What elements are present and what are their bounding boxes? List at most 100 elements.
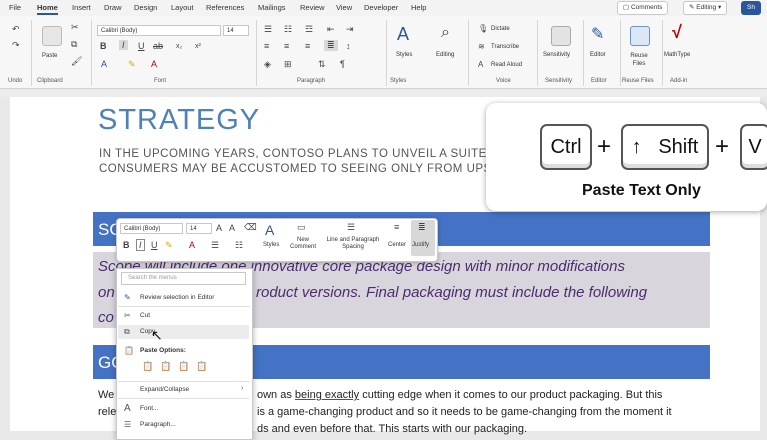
mini-underline-icon[interactable]: U [151, 240, 158, 250]
undo-icon[interactable]: ↶ [12, 24, 20, 35]
justify-label[interactable]: Justify [412, 242, 429, 248]
center-label[interactable]: Center [388, 242, 406, 248]
tab-design[interactable]: Design [134, 3, 157, 12]
multilevel-list-icon[interactable]: ☲ [305, 24, 313, 35]
paste-picture-icon[interactable]: 📋 [178, 361, 189, 372]
menu-item-expand-collapse[interactable]: Expand/Collapse [140, 386, 189, 393]
reuse-files-icon[interactable] [630, 26, 650, 46]
dictate-icon[interactable]: 🎙 [478, 24, 488, 33]
bullets-icon[interactable]: ☰ [264, 24, 272, 35]
sensitivity-icon[interactable] [551, 26, 571, 46]
mini-italic-icon[interactable]: I [136, 239, 145, 251]
italic-icon[interactable]: I [119, 40, 128, 50]
shrink-font-icon[interactable]: A [229, 223, 235, 233]
comments-button[interactable]: ▢ Comments [617, 1, 669, 15]
mini-numbering-icon[interactable]: ☷ [235, 240, 243, 251]
tab-insert[interactable]: Insert [72, 3, 91, 12]
sort-icon[interactable]: ⇅ [318, 59, 326, 70]
mini-font-color-icon[interactable]: A [189, 240, 195, 250]
submenu-arrow-icon: › [241, 385, 244, 392]
menu-item-review[interactable]: Review selection in Editor [140, 294, 214, 301]
tab-help[interactable]: Help [411, 3, 426, 12]
paste-icon[interactable] [42, 26, 62, 46]
paste-label[interactable]: Paste [42, 53, 57, 59]
subscript-icon[interactable]: x₂ [176, 43, 182, 50]
mini-styles-label[interactable]: Styles [263, 242, 279, 248]
format-painter-icon[interactable]: 🖌 [71, 56, 82, 67]
dictate-label[interactable]: Dictate [491, 26, 510, 32]
tab-layout[interactable]: Layout [171, 3, 194, 12]
styles-icon[interactable]: A [397, 24, 409, 45]
superscript-icon[interactable]: x² [195, 43, 201, 50]
font-color-icon[interactable]: A [151, 59, 157, 69]
mathtype-icon[interactable]: √ [672, 22, 682, 43]
reuse-files-label[interactable]: Reuse Files [626, 52, 652, 68]
menu-item-paragraph[interactable]: Paragraph... [140, 421, 176, 428]
highlight-icon[interactable]: ✎ [128, 59, 136, 70]
cut-icon[interactable]: ✂ [71, 22, 79, 33]
mini-justify-icon[interactable]: ≣ [418, 222, 426, 233]
read-aloud-label[interactable]: Read Aloud [491, 62, 522, 68]
tab-home[interactable]: Home [37, 3, 58, 15]
copy-icon[interactable]: ⧉ [71, 39, 77, 50]
decrease-indent-icon[interactable]: ⇤ [327, 24, 335, 35]
mini-highlight-icon[interactable]: ✎ [165, 240, 173, 251]
new-comment-icon[interactable]: ▭ [297, 222, 306, 233]
sensitivity-label[interactable]: Sensitivity [543, 52, 570, 58]
line-spacing-label[interactable]: Line and Paragraph Spacing [322, 237, 384, 251]
font-name-select[interactable]: Calibri (Body) [97, 25, 221, 36]
tab-mailings[interactable]: Mailings [258, 3, 286, 12]
menu-search-input[interactable]: Search the menus [121, 272, 246, 285]
bold-icon[interactable]: B [100, 41, 107, 51]
paste-keep-source-icon[interactable]: 📋 [142, 361, 153, 372]
menu-item-cut[interactable]: Cut [140, 312, 150, 319]
clear-format-icon[interactable]: ⌫ [244, 222, 257, 233]
transcribe-icon[interactable]: ≋ [478, 42, 485, 51]
mini-font-size-select[interactable]: 14 [186, 223, 212, 234]
align-left-icon[interactable]: ≡ [264, 41, 269, 51]
tab-references[interactable]: References [206, 3, 244, 12]
show-marks-icon[interactable]: ¶ [340, 59, 345, 69]
divider [620, 20, 621, 86]
font-size-select[interactable]: 14 [223, 25, 249, 36]
share-button[interactable]: Sh [741, 1, 761, 15]
find-icon[interactable]: ⌕ [441, 24, 450, 42]
borders-icon[interactable]: ⊞ [284, 59, 292, 70]
share-label: Sh [747, 4, 755, 11]
paste-merge-icon[interactable]: 📋 [160, 361, 171, 372]
text-effects-icon[interactable]: A [101, 59, 107, 69]
underline-icon[interactable]: U [138, 41, 145, 51]
mini-font-name-select[interactable]: Calibri (Body) [120, 223, 183, 234]
styles-label[interactable]: Styles [396, 52, 412, 58]
menu-item-font[interactable]: Font... [140, 405, 158, 412]
new-comment-label[interactable]: New Comment [288, 237, 318, 251]
shading-icon[interactable]: ◈ [264, 59, 271, 70]
align-center-icon[interactable]: ≡ [284, 41, 289, 51]
mini-bold-icon[interactable]: B [123, 240, 130, 250]
align-right-icon[interactable]: ≡ [305, 41, 310, 51]
redo-icon[interactable]: ↷ [12, 40, 20, 51]
mathtype-label[interactable]: MathType [664, 52, 690, 58]
read-aloud-icon[interactable]: A [478, 60, 483, 69]
editing-label[interactable]: Editing [436, 52, 454, 58]
numbering-icon[interactable]: ☷ [284, 24, 292, 35]
paste-text-only-icon[interactable]: 📋 [196, 361, 207, 372]
tab-view[interactable]: View [336, 3, 352, 12]
editor-label[interactable]: Editor [590, 52, 606, 58]
tab-draw[interactable]: Draw [104, 3, 122, 12]
editor-icon[interactable]: ✎ [591, 24, 604, 44]
center-icon[interactable]: ≡ [394, 222, 399, 232]
tab-developer[interactable]: Developer [364, 3, 398, 12]
line-spacing-mini-icon[interactable]: ☰ [347, 222, 355, 233]
increase-indent-icon[interactable]: ⇥ [346, 24, 354, 35]
mini-bullets-icon[interactable]: ☰ [211, 240, 219, 251]
tab-review[interactable]: Review [300, 3, 325, 12]
line-spacing-icon[interactable]: ↕ [346, 41, 351, 51]
editing-mode-button[interactable]: ✎ Editing ▾ [683, 1, 728, 15]
justify-icon[interactable]: ≣ [324, 40, 338, 51]
grow-font-icon[interactable]: A [216, 223, 222, 233]
strikethrough-icon[interactable]: ab [153, 41, 163, 51]
mini-styles-icon[interactable]: A [265, 222, 274, 238]
transcribe-label[interactable]: Transcribe [491, 44, 519, 50]
tab-file[interactable]: File [9, 3, 21, 12]
